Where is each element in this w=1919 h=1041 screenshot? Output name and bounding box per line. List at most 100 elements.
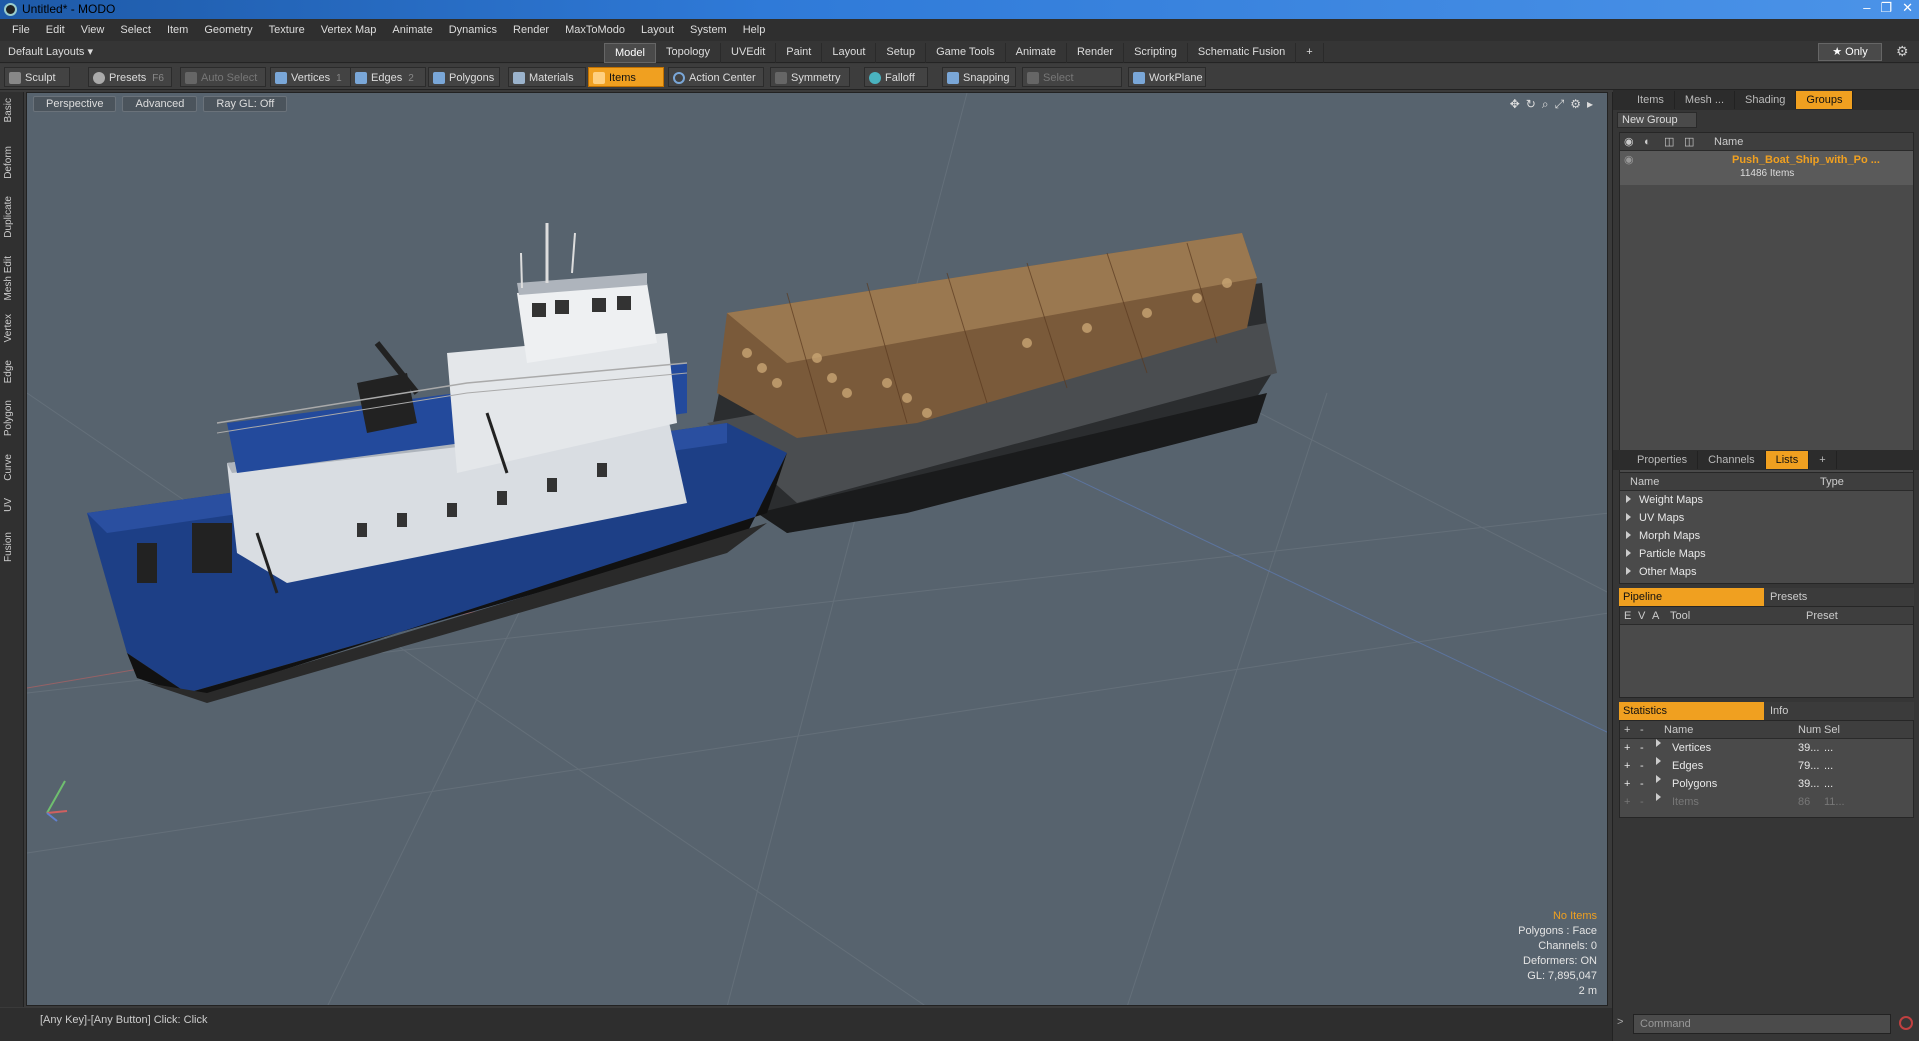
tab-presets[interactable]: Presets [1764,588,1914,606]
list-item[interactable]: Particle Maps [1620,545,1913,563]
workplane-button[interactable]: WorkPlane [1128,67,1206,87]
tab-render[interactable]: Render [1067,43,1125,63]
tab-channels[interactable]: Channels [1698,451,1766,469]
stats-row[interactable]: + - Items 86 11... [1620,793,1913,811]
viewport-expand-icon[interactable]: ▸ [1587,97,1593,112]
3d-viewport[interactable]: Perspective Advanced Ray GL: Off ✥ ↻ ⌕ ⤢… [26,92,1608,1006]
expand-icon[interactable] [1656,793,1661,801]
edges-button[interactable]: Edges 2 [350,67,426,87]
expand-icon[interactable] [1626,549,1631,557]
close-button[interactable]: ✕ [1902,0,1913,16]
select-through-button[interactable]: Select Through [1022,67,1122,104]
record-icon[interactable] [1899,1016,1913,1030]
tab-layout[interactable]: Layout [822,43,877,63]
expand-icon[interactable] [1656,739,1661,747]
tab-edge[interactable]: Edge [3,360,21,383]
tab-duplicate[interactable]: Duplicate [3,196,21,238]
menu-system[interactable]: System [682,19,735,41]
tab-uv[interactable]: UV [3,498,21,512]
new-group-button[interactable]: New Group [1617,112,1697,128]
only-toggle[interactable]: ★ Only [1818,43,1882,61]
menu-geometry[interactable]: Geometry [196,19,260,41]
remove-icon[interactable]: - [1640,721,1644,739]
tab-scripting[interactable]: Scripting [1124,43,1188,63]
tab-pipeline[interactable]: Pipeline [1619,588,1764,606]
expand-icon[interactable] [1656,757,1661,765]
layout-preset-dropdown[interactable]: Default Layouts ▾ [8,45,93,58]
stats-row[interactable]: + - Vertices 39... ... [1620,739,1913,757]
add-icon[interactable]: + [1624,739,1630,757]
menu-item[interactable]: Item [159,19,196,41]
visibility-toggle-icon[interactable]: ◉ [1624,151,1634,169]
tab-uvedit[interactable]: UVEdit [721,43,777,63]
vertices-button[interactable]: Vertices 1 [270,67,352,87]
add-icon[interactable]: + [1624,775,1630,793]
tab-vertex[interactable]: Vertex [3,314,21,342]
menu-animate[interactable]: Animate [384,19,440,41]
list-item[interactable]: Weight Maps [1620,491,1913,509]
menu-help[interactable]: Help [735,19,774,41]
materials-button[interactable]: Materials [508,67,586,87]
tab-statistics[interactable]: Statistics [1619,702,1764,720]
items-button[interactable]: Items [588,67,664,87]
menu-vertex-map[interactable]: Vertex Map [313,19,385,41]
menu-edit[interactable]: Edit [38,19,73,41]
zoom-icon[interactable]: ⌕ [1542,97,1549,112]
presets-button[interactable]: Presets F6 [88,67,172,87]
tab-mesh[interactable]: Mesh ... [1675,91,1736,109]
expand-icon[interactable] [1656,775,1661,783]
expand-icon[interactable] [1626,567,1631,575]
expand-icon[interactable] [1626,513,1631,521]
tab-paint[interactable]: Paint [776,43,823,63]
menu-select[interactable]: Select [112,19,159,41]
tab-info[interactable]: Info [1764,702,1914,720]
sculpt-button[interactable]: Sculpt [4,67,70,87]
group-row[interactable]: ◉ Push_Boat_Ship_with_Po ... 11486 Items [1620,151,1913,185]
tab-schematic-fusion[interactable]: Schematic Fusion [1188,43,1297,63]
menu-texture[interactable]: Texture [261,19,313,41]
view-perspective-button[interactable]: Perspective [33,96,117,112]
shading-advanced-button[interactable]: Advanced [122,96,198,112]
remove-icon[interactable]: - [1640,775,1644,793]
remove-icon[interactable]: - [1640,757,1644,775]
tab-lists[interactable]: Lists [1765,451,1810,469]
add-icon[interactable]: + [1624,793,1630,811]
action-center-button[interactable]: Action Center [668,67,764,87]
falloff-button[interactable]: Falloff [864,67,928,87]
menu-dynamics[interactable]: Dynamics [441,19,505,41]
tab-basic[interactable]: Basic [3,98,21,122]
tab-groups[interactable]: Groups [1796,91,1854,109]
tab-deform[interactable]: Deform [3,146,21,179]
menu-view[interactable]: View [73,19,113,41]
stats-row[interactable]: + - Edges 79... ... [1620,757,1913,775]
maximize-button[interactable]: ❐ [1880,0,1892,16]
list-item[interactable]: UV Maps [1620,509,1913,527]
pan-icon[interactable]: ✥ [1510,97,1520,112]
viewport-settings-icon[interactable]: ⚙ [1570,97,1581,112]
stats-row[interactable]: + - Polygons 39... ... [1620,775,1913,793]
symmetry-button[interactable]: Symmetry [770,67,850,87]
tab-properties[interactable]: Properties [1627,451,1699,469]
tab-shading[interactable]: Shading [1735,91,1797,109]
add-tab-button[interactable]: + [1296,43,1324,63]
tab-fusion[interactable]: Fusion [3,532,21,562]
raygl-toggle[interactable]: Ray GL: Off [203,96,288,112]
remove-icon[interactable]: - [1640,739,1644,757]
expand-icon[interactable] [1626,531,1631,539]
list-item[interactable]: Other Maps [1620,563,1913,581]
tab-game-tools[interactable]: Game Tools [926,43,1006,63]
add-icon[interactable]: + [1624,757,1630,775]
expand-icon[interactable] [1626,495,1631,503]
tab-animate[interactable]: Animate [1006,43,1067,63]
menu-render[interactable]: Render [505,19,557,41]
list-item[interactable]: Morph Maps [1620,527,1913,545]
polygons-button[interactable]: Polygons [428,67,500,87]
tab-curve[interactable]: Curve [3,454,21,481]
tab-mesh-edit[interactable]: Mesh Edit [3,256,21,300]
menu-file[interactable]: File [4,19,38,41]
add-panel-tab-button[interactable]: + [1809,451,1837,469]
tab-polygon[interactable]: Polygon [3,400,21,436]
tab-model[interactable]: Model [604,43,656,63]
auto-select-button[interactable]: Auto Select [180,67,266,87]
add-icon[interactable]: + [1624,721,1630,739]
